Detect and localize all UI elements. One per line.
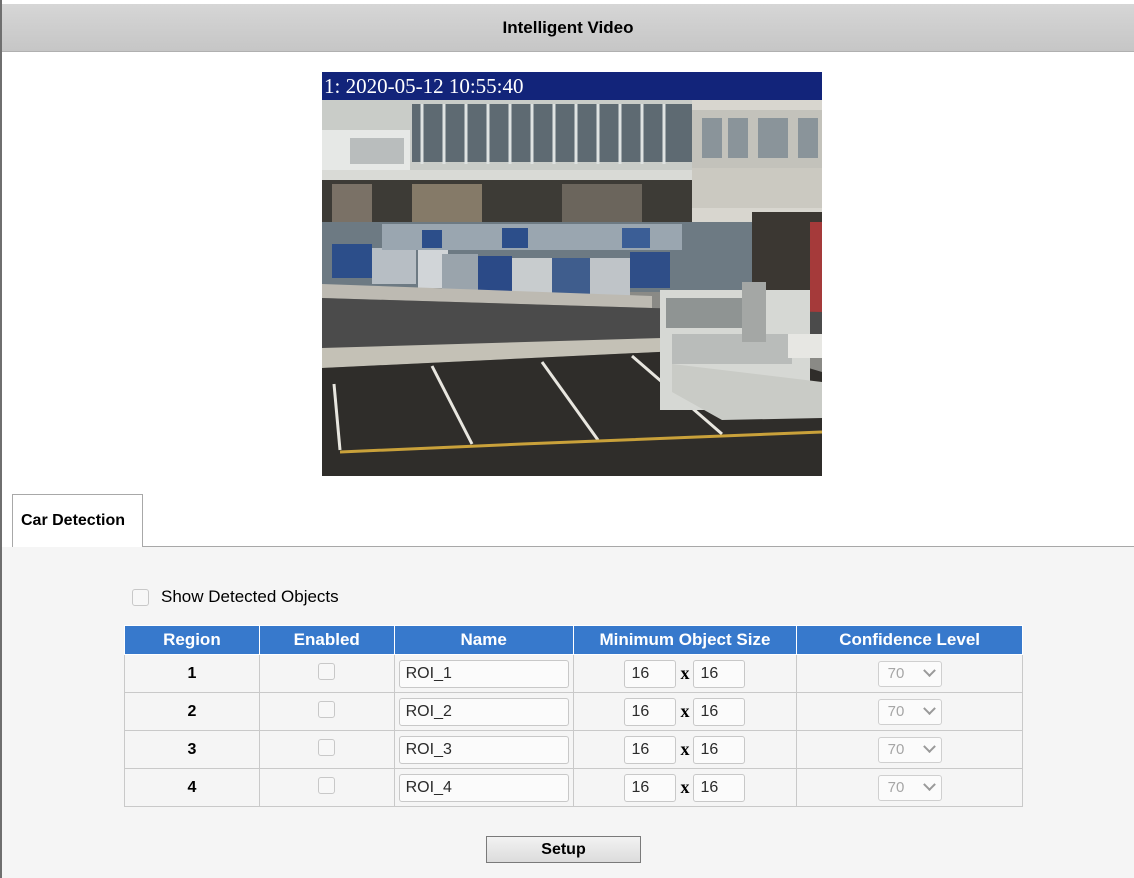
header-minimum-object-size: Minimum Object Size bbox=[572, 625, 798, 655]
size-separator: x bbox=[680, 663, 690, 683]
min-height-input[interactable]: 16 bbox=[693, 697, 746, 726]
confidence-level-select[interactable]: 70 bbox=[877, 698, 942, 725]
header-region: Region bbox=[124, 625, 260, 655]
region-number: 3 bbox=[124, 730, 260, 769]
show-detected-objects-checkbox[interactable] bbox=[132, 588, 149, 606]
tab-car-detection[interactable]: Car Detection bbox=[12, 494, 143, 547]
size-separator: x bbox=[680, 739, 690, 759]
setup-button[interactable]: Setup bbox=[486, 836, 641, 863]
chevron-down-icon bbox=[922, 740, 936, 754]
table-row: 4 ROI_4 16 x 16 70 bbox=[124, 768, 1023, 807]
chevron-down-icon bbox=[922, 664, 936, 678]
header-confidence-level: Confidence Level bbox=[796, 625, 1023, 655]
camera-video-view: 1: 2020-05-12 10:55:40 bbox=[322, 72, 822, 476]
min-width-input[interactable]: 16 bbox=[624, 735, 677, 764]
min-width-input[interactable]: 16 bbox=[624, 773, 677, 802]
enabled-checkbox[interactable] bbox=[318, 700, 336, 718]
roi-name-input[interactable]: ROI_1 bbox=[398, 659, 569, 688]
page-title: Intelligent Video bbox=[2, 4, 1134, 52]
enabled-checkbox[interactable] bbox=[318, 662, 336, 680]
size-separator: x bbox=[680, 701, 690, 721]
enabled-checkbox[interactable] bbox=[318, 776, 336, 794]
confidence-value: 70 bbox=[887, 703, 905, 720]
chevron-down-icon bbox=[922, 702, 936, 716]
camera-scene-image bbox=[322, 72, 822, 476]
show-detected-objects-row[interactable]: Show Detected Objects bbox=[132, 586, 339, 608]
min-height-input[interactable]: 16 bbox=[693, 735, 746, 764]
confidence-value: 70 bbox=[887, 741, 905, 758]
roi-name-input[interactable]: ROI_2 bbox=[398, 697, 569, 726]
min-height-input[interactable]: 16 bbox=[693, 659, 746, 688]
roi-name-input[interactable]: ROI_3 bbox=[398, 735, 569, 764]
region-number: 1 bbox=[124, 654, 260, 693]
header-enabled: Enabled bbox=[258, 625, 395, 655]
roi-table-header: Region Enabled Name Minimum Object Size … bbox=[124, 625, 1023, 655]
header-name: Name bbox=[393, 625, 574, 655]
region-number: 4 bbox=[124, 768, 260, 807]
enabled-checkbox[interactable] bbox=[318, 738, 336, 756]
min-width-input[interactable]: 16 bbox=[624, 659, 677, 688]
confidence-level-select[interactable]: 70 bbox=[877, 660, 942, 687]
confidence-level-select[interactable]: 70 bbox=[877, 774, 942, 801]
roi-name-input[interactable]: ROI_4 bbox=[398, 773, 569, 802]
table-row: 2 ROI_2 16 x 16 70 bbox=[124, 692, 1023, 731]
roi-table: Region Enabled Name Minimum Object Size … bbox=[124, 625, 1023, 807]
confidence-level-select[interactable]: 70 bbox=[877, 736, 942, 763]
table-row: 1 ROI_1 16 x 16 70 bbox=[124, 654, 1023, 693]
chevron-down-icon bbox=[922, 778, 936, 792]
video-timestamp-overlay: 1: 2020-05-12 10:55:40 bbox=[322, 72, 822, 100]
region-number: 2 bbox=[124, 692, 260, 731]
table-row: 3 ROI_3 16 x 16 70 bbox=[124, 730, 1023, 769]
show-detected-objects-label: Show Detected Objects bbox=[161, 587, 339, 606]
size-separator: x bbox=[680, 777, 690, 797]
confidence-value: 70 bbox=[887, 665, 905, 682]
confidence-value: 70 bbox=[887, 779, 905, 796]
min-height-input[interactable]: 16 bbox=[693, 773, 746, 802]
tab-divider bbox=[12, 546, 1134, 547]
min-width-input[interactable]: 16 bbox=[624, 697, 677, 726]
